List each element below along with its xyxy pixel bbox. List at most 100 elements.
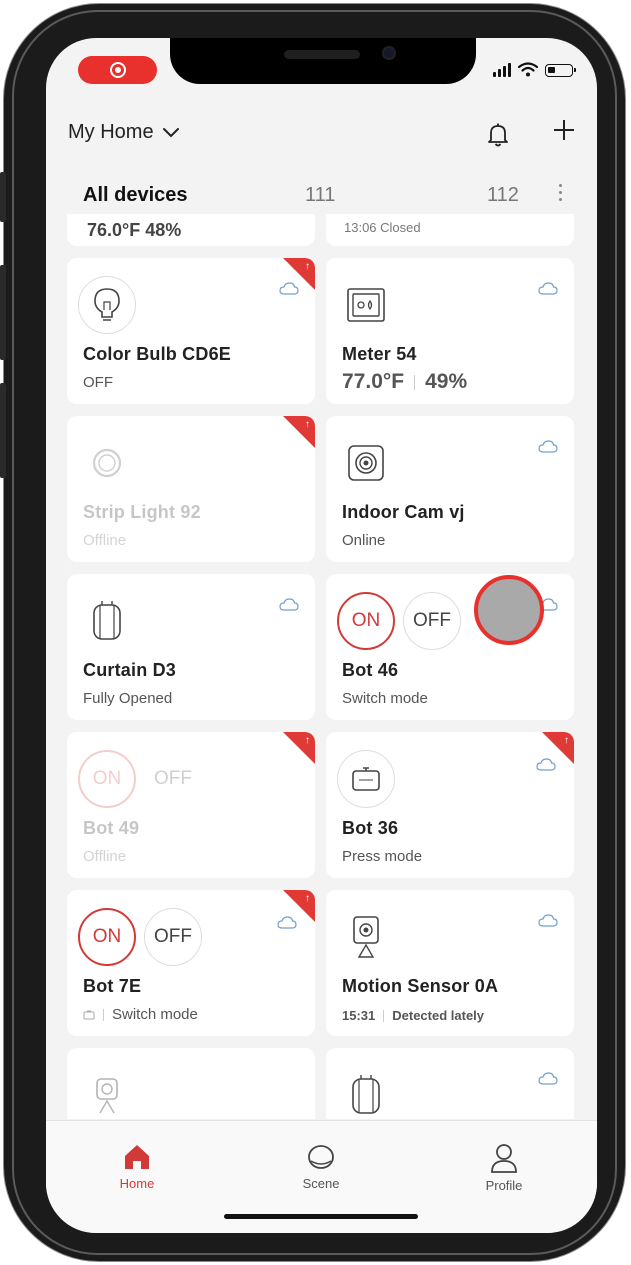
device-status: Fully Opened (83, 690, 173, 707)
screen-recording-indicator[interactable] (78, 56, 157, 84)
cloud-icon (277, 916, 297, 929)
device-status: Detected lately (392, 1008, 485, 1023)
volume-up-button (0, 265, 6, 360)
bell-icon[interactable] (486, 122, 510, 148)
cloud-icon (538, 914, 558, 927)
detection-time: 15:31 (342, 1008, 376, 1023)
device-name: Bot 49 (83, 818, 140, 838)
touch-indicator (474, 575, 544, 645)
device-card-meter[interactable]: Meter 54 77.0°F 49% (326, 258, 574, 404)
cloud-icon (279, 598, 299, 611)
partial-reading: 76.0°F 48% (87, 220, 182, 240)
device-status: OFF (83, 374, 113, 391)
home-selector[interactable]: My Home (68, 121, 180, 144)
off-button[interactable]: OFF (144, 908, 202, 966)
device-name: Indoor Cam vj (342, 502, 465, 522)
upload-arrow-icon: ↑ (305, 261, 310, 272)
device-name: Motion Sensor 0A (342, 976, 499, 996)
divider (383, 1009, 385, 1022)
device-card-bot-7e[interactable]: ON OFF ↑ Bot 7E Switch mode (67, 890, 315, 1036)
home-indicator[interactable] (224, 1214, 418, 1219)
tab-112[interactable]: 112 (487, 184, 519, 207)
camera-icon (78, 1066, 136, 1119)
device-status: Switch mode (342, 690, 428, 707)
upload-arrow-icon: ↑ (305, 735, 310, 746)
cloud-icon (538, 282, 558, 295)
device-status: Switch mode (112, 1006, 198, 1023)
tab-profile[interactable]: Profile (464, 1143, 544, 1193)
room-tabs: All devices 111 112 (46, 178, 597, 214)
front-camera (382, 46, 396, 60)
device-card-bot-49[interactable]: ON OFF Bot 49 Offline ↑ (67, 732, 315, 878)
device-name: Curtain D3 (83, 660, 177, 680)
device-card-partial[interactable] (67, 1048, 315, 1119)
wifi-icon (518, 62, 538, 77)
device-card-indoor-cam[interactable]: Indoor Cam vj Online (326, 416, 574, 562)
bot-icon (337, 750, 395, 808)
tab-label: Home (119, 1176, 155, 1191)
curtain-icon (78, 592, 136, 650)
upload-arrow-icon: ↑ (305, 419, 310, 430)
tab-label: Scene (302, 1176, 340, 1191)
meter-icon (337, 276, 395, 334)
tab-all-devices[interactable]: All devices (83, 184, 188, 207)
cloud-icon (538, 440, 558, 453)
cloud-icon (279, 282, 299, 295)
device-card-color-bulb[interactable]: ↑ Color Bulb CD6E OFF (67, 258, 315, 404)
home-name: My Home (68, 121, 154, 143)
device-status: Offline (83, 532, 127, 549)
device-card-partial[interactable]: 13:06 Closed (326, 214, 574, 246)
off-button[interactable]: OFF (144, 750, 202, 808)
device-name: Color Bulb CD6E (83, 344, 232, 364)
humidity-value: 49% (425, 370, 468, 393)
strip-light-icon (78, 434, 136, 492)
camera-icon (337, 434, 395, 492)
device-status: Offline (83, 848, 127, 865)
tab-111[interactable]: 111 (305, 184, 335, 207)
upload-arrow-icon: ↑ (305, 893, 310, 904)
divider (103, 1008, 104, 1021)
profile-icon (491, 1144, 517, 1173)
device-status: Online (342, 532, 386, 549)
cloud-icon (538, 1072, 558, 1085)
off-button[interactable]: OFF (403, 592, 461, 650)
upload-arrow-icon: ↑ (564, 735, 569, 746)
mute-switch (0, 172, 6, 222)
device-name: Meter 54 (342, 344, 417, 364)
cellular-signal-icon (493, 63, 511, 77)
device-name: Strip Light 92 (83, 502, 201, 522)
device-card-bot-36[interactable]: ↑ Bot 36 Press mode (326, 732, 574, 878)
motion-sensor-icon (337, 908, 395, 966)
device-card-motion-sensor[interactable]: Motion Sensor 0A 15:31 Detected lately (326, 890, 574, 1036)
device-name: Bot 46 (342, 660, 399, 680)
more-options-icon[interactable] (559, 184, 563, 205)
device-card-partial[interactable]: 76.0°F 48% (67, 214, 315, 246)
notch (170, 38, 476, 84)
cloud-icon (536, 758, 556, 771)
device-name: Bot 36 (342, 818, 399, 838)
tab-home[interactable]: Home (97, 1143, 177, 1191)
bulb-icon (78, 276, 136, 334)
device-status: Press mode (342, 848, 423, 865)
speaker (284, 50, 360, 59)
device-status-row: Switch mode (83, 1006, 198, 1023)
device-card-curtain[interactable]: Curtain D3 Fully Opened (67, 574, 315, 720)
device-card-partial[interactable] (326, 1048, 574, 1119)
tab-scene[interactable]: Scene (281, 1143, 361, 1191)
volume-down-button (0, 383, 6, 478)
battery-icon (545, 64, 576, 77)
app-screen: My Home All devices 111 112 76.0°F 48% 1… (46, 38, 597, 1233)
status-bar-icons (493, 62, 576, 77)
chevron-down-icon (162, 127, 179, 137)
tab-label: Profile (485, 1178, 523, 1193)
divider (414, 374, 416, 390)
on-button[interactable]: ON (78, 908, 136, 966)
on-button[interactable]: ON (78, 750, 136, 808)
add-device-button[interactable] (552, 118, 576, 142)
curtain-icon (337, 1066, 395, 1119)
on-button[interactable]: ON (337, 592, 395, 650)
device-card-strip-light[interactable]: Strip Light 92 Offline ↑ (67, 416, 315, 562)
scene-icon (308, 1145, 334, 1169)
device-name: Bot 7E (83, 976, 142, 996)
update-badge (283, 732, 315, 764)
